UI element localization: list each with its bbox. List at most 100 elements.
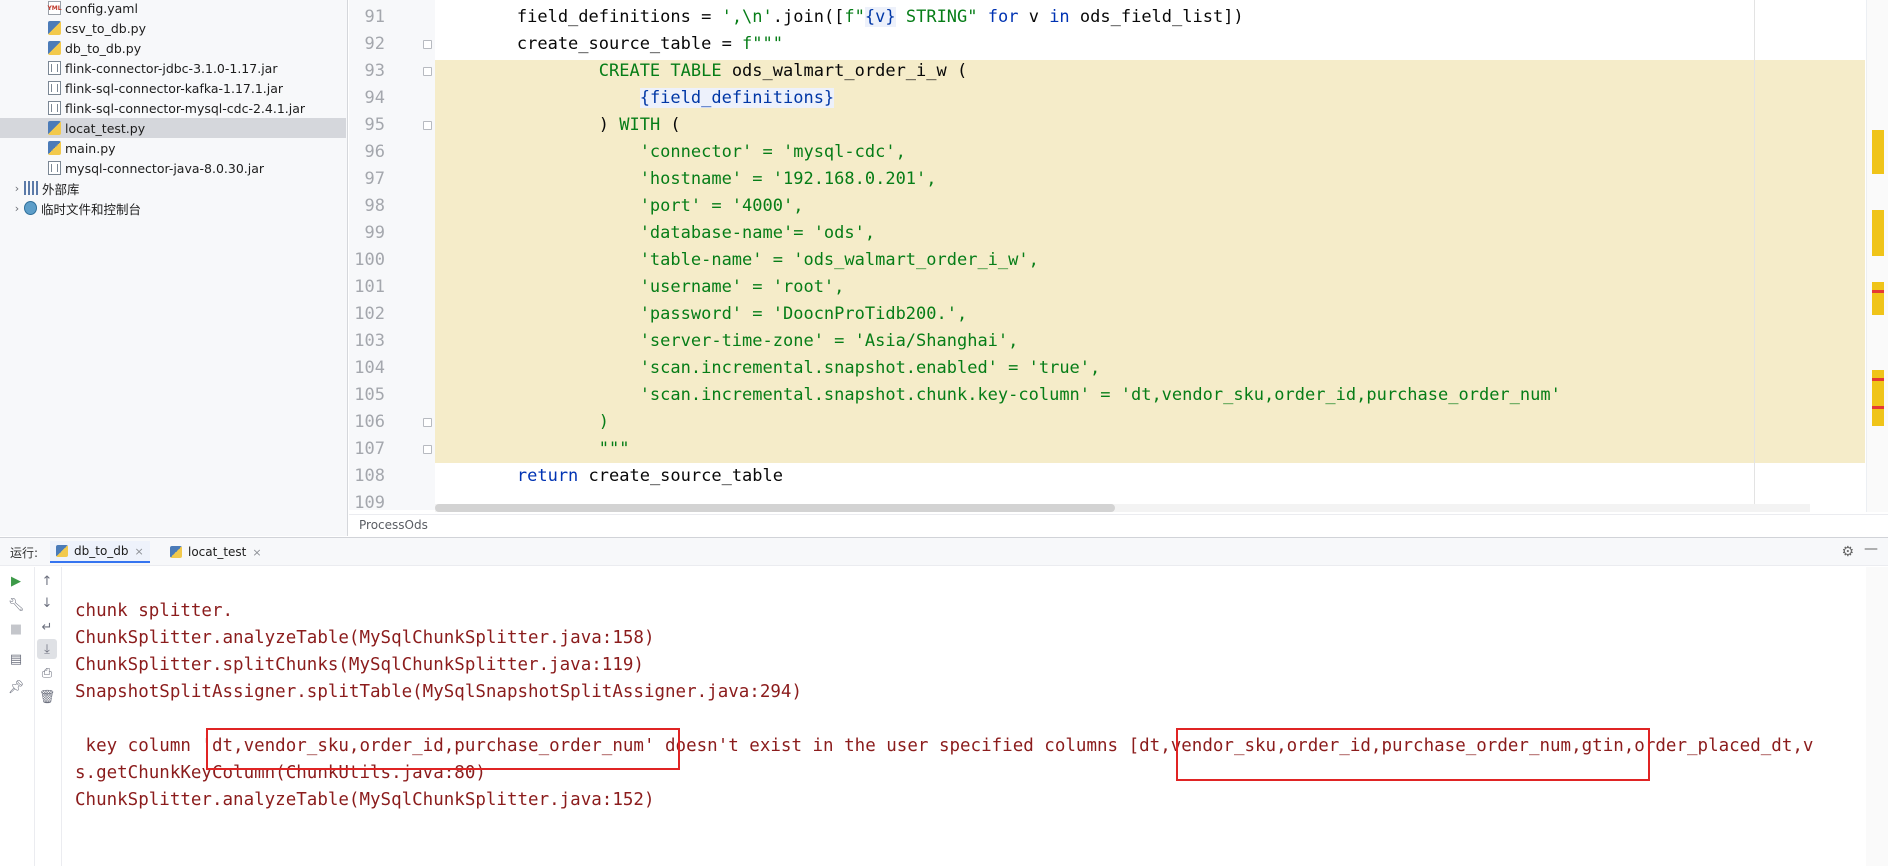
error-stripe[interactable] [1866,0,1888,512]
tree-item-label: db_to_db.py [65,40,142,56]
wrench-icon[interactable]: 🔧︎ [6,595,26,615]
tree-item[interactable]: db_to_db.py [0,38,346,58]
code-token: 'database-name'= 'ods', [435,223,876,243]
warning-marker[interactable] [1872,210,1884,256]
tree-item-label: csv_to_db.py [65,20,147,36]
line-number: 98 [364,196,385,216]
horizontal-scrollbar-thumb[interactable] [435,504,1115,512]
python-file-icon [48,141,61,155]
console-line: ChunkSplitter.splitChunks(MySqlChunkSpli… [75,655,644,675]
tree-item[interactable]: main.py [0,138,346,158]
line-number: 96 [364,142,385,162]
code-token: create_source_table = [435,34,743,54]
project-tree-panel: YML config.yaml csv_to_db.py db_to_db.pyfli… [0,0,348,536]
code-token: 'scan.incremental.snapshot.enabled' = 't… [435,358,1101,378]
console-line: ChunkSplitter.analyzeTable(MySqlChunkSpl… [75,790,655,810]
close-icon[interactable]: × [135,545,144,558]
tree-item-label: 临时文件和控制台 [41,201,142,217]
run-tab-bar: 运行: db_to_db × locat_test × ⚙ — [0,538,1888,566]
tree-item[interactable]: › 外部库 [0,178,346,198]
console-line: chunk splitter. [75,601,234,621]
code-editor[interactable]: 91 92 93 94 95 96 97 98 99 100 101 102 103 104 105 106 1… [349,0,1888,536]
tree-item[interactable]: locat_test.py [0,118,346,138]
tree-item-label: config.yaml [65,0,138,16]
console-line: SnapshotSplitAssigner.splitTable(MySqlSn… [75,682,802,702]
code-token: WITH [619,115,661,135]
tree-item[interactable]: flink-sql-connector-kafka-1.17.1.jar [0,78,346,98]
error-marker[interactable] [1872,406,1884,409]
code-token: .join([ [772,7,845,27]
tree-item-label: mysql-connector-java-8.0.30.jar [65,160,265,176]
fold-marker-icon[interactable] [423,67,432,76]
code-line: field_definitions = ',\n'.join([f"{v} ST… [435,4,1244,31]
arrow-up-icon[interactable]: ↑ [37,571,57,591]
tree-item-label: flink-sql-connector-mysql-cdc-2.4.1.jar [65,100,306,116]
run-tab[interactable]: locat_test × [164,541,268,563]
rerun-icon[interactable]: ▶ [6,571,26,591]
annotation-box-key-column [206,728,680,770]
line-number: 104 [354,358,385,378]
chevron-right-icon[interactable]: › [10,202,24,215]
code-line: 'port' = '4000', [435,193,804,220]
fold-marker-icon[interactable] [423,121,432,130]
tree-item-label: flink-sql-connector-kafka-1.17.1.jar [65,80,284,96]
code-line: create_source_table = f""" [435,31,783,58]
tree-item-label: locat_test.py [65,120,146,136]
code-line: 'username' = 'root', [435,274,845,301]
error-marker[interactable] [1872,290,1884,293]
fold-marker-icon[interactable] [423,418,432,427]
print-icon[interactable]: ⎙ [37,663,57,683]
code-token: {field_definitions} [639,88,835,108]
tree-item-label: 外部库 [42,181,80,197]
line-number: 101 [354,277,385,297]
console-vertical-scrollbar[interactable] [1866,567,1888,866]
code-line: ) [435,409,609,436]
tree-item[interactable]: csv_to_db.py [0,18,346,38]
code-line: 'scan.incremental.snapshot.enabled' = 't… [435,355,1101,382]
tree-item[interactable]: flink-connector-jdbc-3.1.0-1.17.jar [0,58,346,78]
minimize-icon[interactable]: — [1864,541,1878,557]
stop-icon[interactable]: ■ [6,619,26,639]
library-icon [24,181,38,195]
chevron-right-icon[interactable]: › [10,182,24,195]
run-tool-window: 运行: db_to_db × locat_test × ⚙ — ▶ 🔧︎ ■ ▤ 📌︎… [0,537,1888,866]
scroll-to-end-icon[interactable]: ⤓ [37,639,57,659]
code-token: return [435,466,589,486]
breadcrumb[interactable]: ProcessOds [349,514,1888,536]
warning-marker[interactable] [1872,130,1884,174]
tree-item[interactable]: › 临时文件和控制台 [0,198,346,218]
run-tab[interactable]: db_to_db × [50,541,150,563]
gear-icon[interactable]: ⚙ [1841,544,1854,560]
layout-icon[interactable]: ▤ [6,649,26,669]
console-divider [61,567,62,866]
soft-wrap-icon[interactable]: ↵ [37,617,57,637]
pin-icon[interactable]: 📌︎ [6,677,26,697]
code-token: in [1049,7,1070,27]
warning-marker[interactable] [1872,282,1884,315]
console-line: ChunkSplitter.analyzeTable(MySqlChunkSpl… [75,628,655,648]
code-token: v [1028,7,1050,27]
arrow-down-icon[interactable]: ↓ [37,593,57,613]
code-token: ods_field_list]) [1069,7,1244,27]
fold-marker-icon[interactable] [423,40,432,49]
jar-file-icon [48,81,61,95]
error-marker[interactable] [1872,378,1884,381]
tree-item[interactable]: mysql-connector-java-8.0.30.jar [0,158,346,178]
code-line: {field_definitions} [435,85,835,112]
line-number: 93 [364,61,385,81]
close-icon[interactable]: × [252,546,261,559]
code-token: 'port' = '4000', [435,196,804,216]
code-token: f""" [742,34,783,54]
tree-item[interactable]: YML config.yaml [0,0,346,18]
trash-icon[interactable]: 🗑︎ [37,687,57,707]
code-line: 'password' = 'DoocnProTidb200.', [435,301,968,328]
code-token: 'scan.incremental.snapshot.chunk.key-col… [435,385,1561,405]
code-token: create_source_table [588,466,783,486]
tree-item-label: main.py [65,140,116,156]
run-tab-label: db_to_db [74,544,129,558]
tree-item[interactable]: flink-sql-connector-mysql-cdc-2.4.1.jar [0,98,346,118]
python-file-icon [48,121,61,135]
horizontal-scrollbar[interactable] [435,504,1810,512]
fold-marker-icon[interactable] [423,445,432,454]
